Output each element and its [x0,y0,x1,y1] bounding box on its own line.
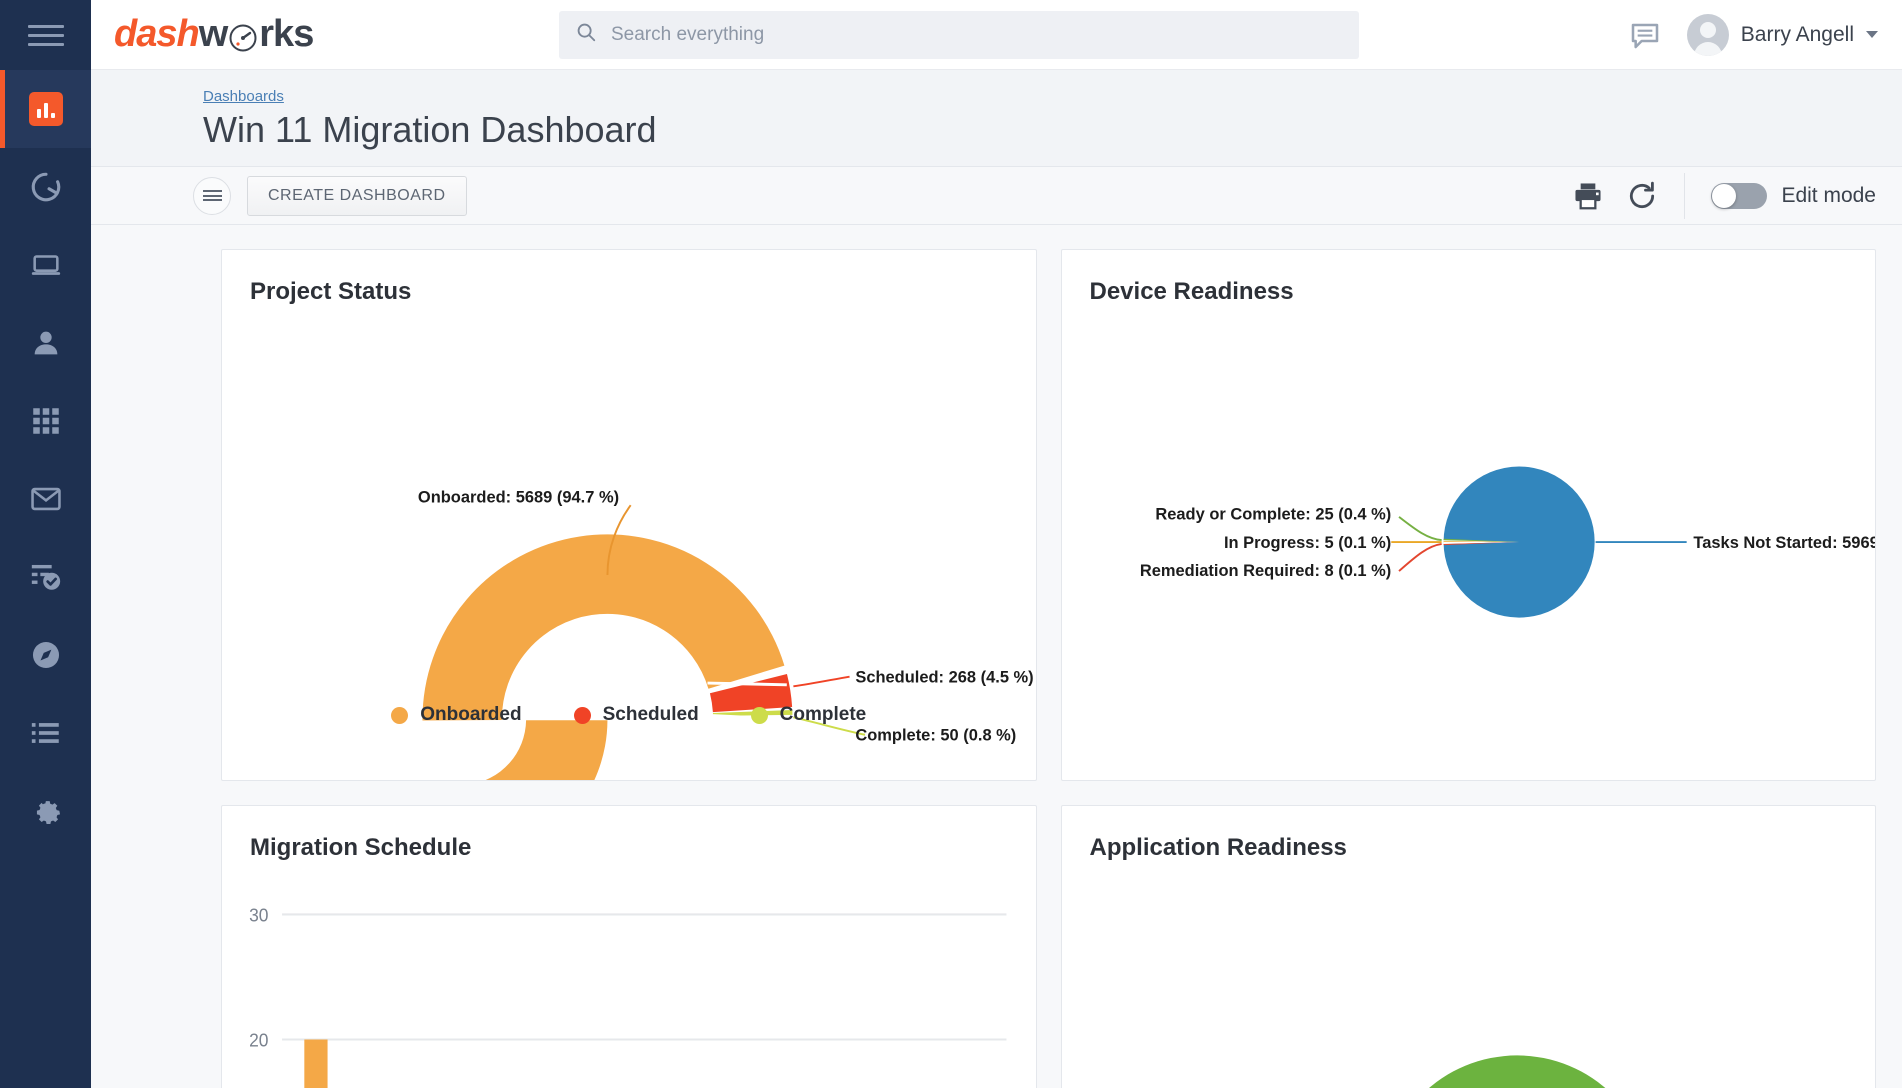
label-tasks-not-started: Tasks Not Started: 5969 (99.4 %) [1693,534,1875,552]
migration-schedule-chart: 30 20 10 [222,862,1036,1088]
widget-title: Application Readiness [1062,806,1876,862]
toolbar-right-actions: Edit mode [1550,173,1876,219]
sidebar-item-tasks[interactable] [0,538,91,616]
checklist-icon [29,560,63,594]
bar-chart-tile-icon [29,92,63,126]
sidebar-item-progress[interactable] [0,148,91,226]
legend-label: Complete [780,704,867,726]
gear-icon [29,794,63,828]
widget-migration-schedule: Migration Schedule 30 20 10 [221,805,1037,1088]
legend-item-onboarded[interactable]: Onboarded [391,704,521,726]
legend-swatch [574,707,591,724]
user-menu[interactable]: Barry Angell [1687,14,1878,56]
label-in-progress: In Progress: 5 (0.1 %) [1223,534,1390,552]
main-region: dashwrks Barry Angell [91,0,1902,1088]
laptop-icon [29,248,63,282]
application-readiness-chart: In Progress: 67 (9.2 %) [1062,862,1876,1088]
create-dashboard-button[interactable]: CREATE DASHBOARD [247,176,467,216]
legend-swatch [391,707,408,724]
bar-0 [304,1039,327,1088]
widget-device-readiness: Device Readiness [1061,249,1877,781]
sidebar-item-applications[interactable] [0,382,91,460]
legend-item-complete[interactable]: Complete [751,704,867,726]
chevron-down-icon [1866,31,1878,38]
edit-mode-label: Edit mode [1781,184,1876,208]
hamburger-menu-icon [28,19,64,52]
label-remediation-required: Remediation Required: 8 (0.1 %) [1139,562,1390,580]
sidebar-item-dashboards[interactable] [0,70,91,148]
sidebar-item-explore[interactable] [0,616,91,694]
printer-icon[interactable] [1572,180,1604,212]
hamburger-menu-icon [203,188,222,204]
donut-progress-icon [29,170,63,204]
legend-label: Onboarded [420,704,521,726]
list-icon [29,716,63,750]
ytick-20: 20 [249,1030,268,1050]
app-logo[interactable]: dashwrks [91,13,373,56]
toggle-knob [1712,184,1736,208]
donut-slices [462,574,792,780]
ytick-30: 30 [249,905,268,925]
legend-label: Scheduled [603,704,699,726]
slice-onboarded-arc [462,574,746,720]
breadcrumb[interactable]: Dashboards [203,88,657,105]
person-icon [29,326,63,360]
slice-other [1381,1055,1652,1088]
refresh-icon[interactable] [1626,180,1658,212]
leader-line-remediation-required [1399,544,1442,571]
search-input[interactable] [611,24,1343,46]
dashboard-menu-button[interactable] [193,177,231,215]
logo-text-rks: rks [259,13,313,56]
label-complete: Complete: 50 (0.8 %) [855,727,1016,745]
dashboard-toolbar: CREATE DASHBOARD [91,167,1902,225]
search-bar[interactable] [559,11,1359,59]
slice-separator [707,683,786,685]
logo-text-w: w [199,13,228,56]
label-ready-or-complete: Ready or Complete: 25 (0.4 %) [1155,506,1391,524]
sidebar-item-devices[interactable] [0,226,91,304]
envelope-icon [29,482,63,516]
legend-swatch [751,707,768,724]
widget-grid: Project Status [221,249,1876,1088]
sidebar-toggle-button[interactable] [0,0,91,70]
label-onboarded: Onboarded: 5689 (94.7 %) [418,488,619,506]
gauge-icon [228,20,258,50]
edit-mode-switch[interactable] [1711,183,1767,209]
grid-apps-icon [29,404,63,438]
page-title: Win 11 Migration Dashboard [203,107,657,152]
toolbar-divider [1684,173,1685,219]
compass-icon [29,638,63,672]
chat-bubble-icon[interactable] [1629,19,1661,51]
avatar [1687,14,1729,56]
top-bar-actions: Barry Angell [1629,14,1878,56]
widget-title: Device Readiness [1062,250,1876,306]
left-navigation-rail [0,0,91,1088]
app-root: dashwrks Barry Angell [0,0,1902,1088]
device-readiness-chart: Tasks Not Started: 5969 (99.4 %) Ready o… [1062,306,1876,780]
top-bar: dashwrks Barry Angell [91,0,1902,70]
search-icon [575,21,597,48]
label-scheduled: Scheduled: 268 (4.5 %) [855,668,1033,686]
user-name: Barry Angell [1741,23,1854,47]
slice-onboarded [468,720,608,780]
sidebar-item-users[interactable] [0,304,91,382]
widget-project-status: Project Status [221,249,1037,781]
widget-title: Migration Schedule [222,806,1036,862]
edit-mode-toggle[interactable]: Edit mode [1711,183,1876,209]
leader-line-scheduled [793,677,849,687]
dashboard-canvas: Project Status [91,225,1902,1088]
legend-item-scheduled[interactable]: Scheduled [574,704,699,726]
widget-title: Project Status [222,250,1036,306]
widget-application-readiness: Application Readiness In Progress: 67 (9… [1061,805,1877,1088]
sidebar-item-settings[interactable] [0,772,91,850]
chart-legend: Onboarded Scheduled Complete [222,704,1036,726]
leader-line-ready-or-complete [1399,517,1442,540]
sidebar-item-mail[interactable] [0,460,91,538]
logo-text-dash: dash [114,13,199,56]
sidebar-item-lists[interactable] [0,694,91,772]
page-header: Dashboards Win 11 Migration Dashboard [91,70,1902,167]
